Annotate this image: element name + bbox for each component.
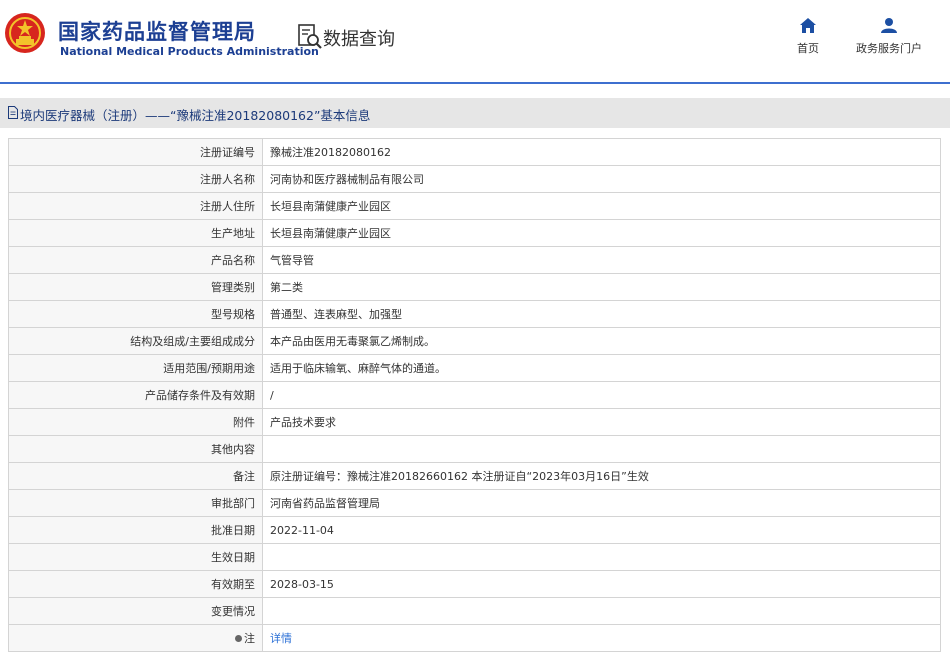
table-row: 结构及组成/主要组成成分 本产品由医用无毒聚氯乙烯制成。 [8,327,941,355]
field-value: 第二类 [262,273,941,301]
table-row: 生效日期 [8,543,941,571]
site-header: 国家药品监督管理局 National Medical Products Admi… [0,0,950,82]
field-label: 生产地址 [8,219,263,247]
field-value: 原注册证编号：豫械注准20182660162 本注册证自“2023年03月16日… [262,462,941,490]
field-label: 批准日期 [8,516,263,544]
table-row: 批准日期 2022-11-04 [8,516,941,544]
user-icon [881,18,897,33]
field-label: 注册人名称 [8,165,263,193]
field-value: 2022-11-04 [262,516,941,544]
table-row: 生产地址 长垣县南蒲健康产业园区 [8,219,941,247]
nav-service-portal[interactable]: 政务服务门户 [850,18,928,56]
table-row: 备注 原注册证编号：豫械注准20182660162 本注册证自“2023年03月1… [8,462,941,490]
field-value [262,543,941,571]
field-label: 注册证编号 [8,138,263,166]
field-value: 本产品由医用无毒聚氯乙烯制成。 [262,327,941,355]
field-label: 审批部门 [8,489,263,517]
field-label: 备注 [8,462,263,490]
field-value [262,435,941,463]
breadcrumb: 境内医疗器械（注册）——“豫械注准20182080162”基本信息 [0,98,950,128]
field-value: 气管导管 [262,246,941,274]
data-query-icon [298,24,322,49]
field-label: 变更情况 [8,597,263,625]
national-emblem-icon [5,13,45,53]
document-icon [8,106,18,119]
field-value: 长垣县南蒲健康产业园区 [262,219,941,247]
field-value [262,597,941,625]
field-label: 附件 [8,408,263,436]
field-label: 有效期至 [8,570,263,598]
field-label: 管理类别 [8,273,263,301]
field-label: 产品储存条件及有效期 [8,381,263,409]
field-value: 普通型、连表麻型、加强型 [262,300,941,328]
home-icon [800,18,816,33]
table-row: 附件 产品技术要求 [8,408,941,436]
field-value: 河南协和医疗器械制品有限公司 [262,165,941,193]
table-row: 型号规格 普通型、连表麻型、加强型 [8,300,941,328]
table-row: 注册人名称 河南协和医疗器械制品有限公司 [8,165,941,193]
field-label: 适用范围/预期用途 [8,354,263,382]
field-label: 结构及组成/主要组成成分 [8,327,263,355]
table-row: 有效期至 2028-03-15 [8,570,941,598]
field-label: 注册人住所 [8,192,263,220]
field-value: / [262,381,941,409]
table-row: 适用范围/预期用途 适用于临床输氧、麻醉气体的通道。 [8,354,941,382]
field-label: 型号规格 [8,300,263,328]
field-value: 适用于临床输氧、麻醉气体的通道。 [262,354,941,382]
field-value: 2028-03-15 [262,570,941,598]
field-value: 河南省药品监督管理局 [262,489,941,517]
note-label: 注 [244,632,255,645]
field-label-note: 注 [8,624,263,652]
table-row: 产品名称 气管导管 [8,246,941,274]
table-row: 注册证编号 豫械注准20182080162 [8,138,941,166]
pin-icon [235,634,242,642]
table-row: 管理类别 第二类 [8,273,941,301]
table-row: 其他内容 [8,435,941,463]
field-label: 产品名称 [8,246,263,274]
site-title-en: National Medical Products Administration [60,45,319,58]
table-row-note: 注 详情 [8,624,941,652]
field-value: 产品技术要求 [262,408,941,436]
table-row: 审批部门 河南省药品监督管理局 [8,489,941,517]
table-row: 注册人住所 长垣县南蒲健康产业园区 [8,192,941,220]
header-divider [0,82,950,84]
field-value-note: 详情 [262,624,941,652]
nav-service-label: 政务服务门户 [856,42,922,55]
field-value: 长垣县南蒲健康产业园区 [262,192,941,220]
details-link[interactable]: 详情 [270,632,292,645]
field-value: 豫械注准20182080162 [262,138,941,166]
page-title: 数据查询 [323,29,395,50]
table-row: 变更情况 [8,597,941,625]
site-title-cn: 国家药品监督管理局 [58,20,256,44]
registration-info-table: 注册证编号 豫械注准20182080162 注册人名称 河南协和医疗器械制品有限公司注… [8,138,941,652]
field-label: 其他内容 [8,435,263,463]
field-label: 生效日期 [8,543,263,571]
table-row: 产品储存条件及有效期 / [8,381,941,409]
nav-home-label: 首页 [797,42,819,55]
breadcrumb-text: 境内医疗器械（注册）——“豫械注准20182080162”基本信息 [20,108,371,123]
nav-home[interactable]: 首页 [788,18,828,56]
